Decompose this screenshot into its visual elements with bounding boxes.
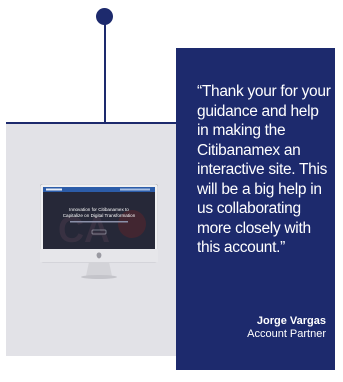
testimonial-author: Jorge Vargas Account Partner bbox=[247, 315, 326, 341]
project-image-panel: CA Innovation for Citibanamex to Capital… bbox=[6, 124, 177, 356]
screen-headline-line-1: Innovation for Citibanamex to bbox=[69, 207, 129, 212]
testimonial-quote: “Thank your for your guidance and help i… bbox=[197, 83, 331, 256]
screen-headline-line-2: Capitalize on Digital Transformation bbox=[63, 213, 136, 218]
testimonial-card: “Thank your for your guidance and help i… bbox=[176, 48, 335, 370]
author-role: Account Partner bbox=[247, 328, 326, 340]
desktop-monitor-icon: CA Innovation for Citibanamex to Capital… bbox=[40, 184, 158, 279]
connector-line-vertical bbox=[104, 22, 106, 124]
author-name: Jorge Vargas bbox=[256, 315, 326, 327]
